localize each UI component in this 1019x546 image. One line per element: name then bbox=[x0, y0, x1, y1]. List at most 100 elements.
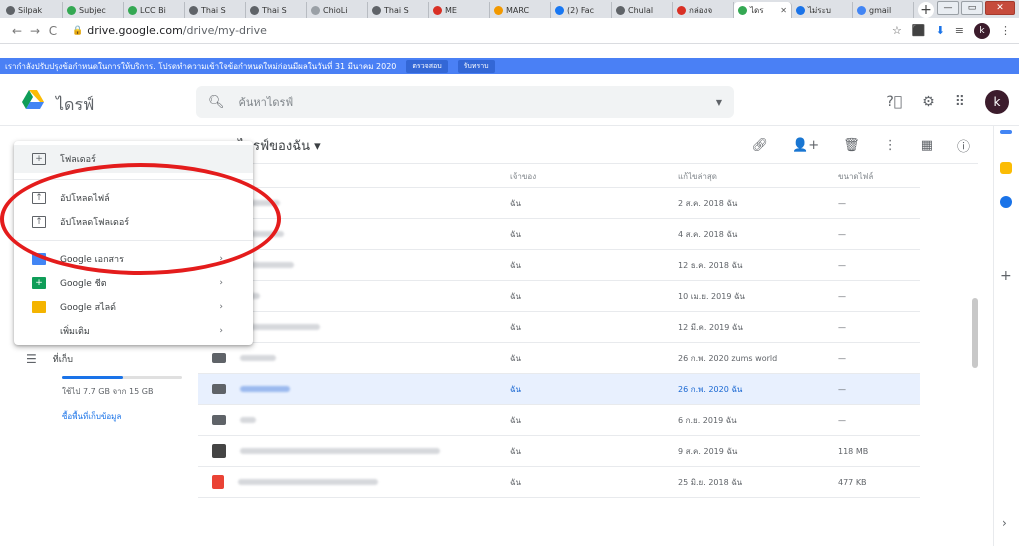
col-modified[interactable]: แก้ไขล่าสุด bbox=[678, 170, 838, 183]
tab-favicon-icon bbox=[616, 5, 625, 15]
close-window-button[interactable]: ✕ bbox=[985, 1, 1015, 15]
browser-tab[interactable]: ME bbox=[429, 2, 490, 18]
chevron-right-icon: › bbox=[219, 302, 223, 312]
browser-tab[interactable]: ChioLi bbox=[307, 2, 368, 18]
keep-icon[interactable] bbox=[1000, 162, 1012, 174]
pdf-file-icon bbox=[212, 475, 224, 489]
share-person-icon[interactable]: 👤+ bbox=[792, 138, 819, 153]
table-row[interactable]: ฉัน 2 ส.ค. 2018 ฉัน — bbox=[198, 188, 920, 219]
cell-owner: ฉัน bbox=[510, 446, 521, 456]
redacted-filename bbox=[240, 386, 290, 392]
browser-tab[interactable]: Silpak bbox=[2, 2, 63, 18]
browser-tab[interactable]: MARC bbox=[490, 2, 551, 18]
tab-favicon-icon bbox=[6, 5, 15, 15]
menu-item-more[interactable]: เพิ่มเติม › bbox=[14, 319, 253, 343]
new-tab-button[interactable]: + bbox=[918, 2, 934, 18]
chevron-right-icon[interactable]: › bbox=[1002, 516, 1007, 530]
bookmark-star-icon[interactable]: ☆ bbox=[892, 24, 902, 37]
cell-modified: 6 ก.ย. 2019 ฉัน bbox=[678, 415, 737, 425]
dismiss-button[interactable]: รับทราบ bbox=[457, 59, 495, 73]
browser-tab[interactable]: Subjec bbox=[63, 2, 124, 18]
browser-tab[interactable]: ไดร ✕ bbox=[734, 2, 792, 18]
table-row[interactable]: ฉัน 12 มี.ค. 2019 ฉัน — bbox=[198, 312, 920, 343]
table-row[interactable]: ฉัน 9 ส.ค. 2019 ฉัน 118 MB bbox=[198, 436, 920, 467]
grid-view-icon[interactable]: ▦ bbox=[921, 138, 933, 153]
menu-item-folder[interactable]: + โฟลเดอร์ bbox=[14, 145, 253, 173]
apps-grid-icon[interactable]: ⠿ bbox=[955, 94, 965, 110]
cell-owner: ฉัน bbox=[510, 384, 521, 394]
menu-item-upload-file[interactable]: ↑ อัปโหลดไฟล์ bbox=[14, 186, 253, 210]
browser-tab[interactable]: กล่องจ bbox=[673, 2, 734, 18]
redacted-filename bbox=[240, 355, 276, 361]
col-size[interactable]: ขนาดไฟล์ bbox=[838, 170, 920, 183]
table-row[interactable]: ฉัน 12 ธ.ค. 2018 ฉัน — bbox=[198, 250, 920, 281]
more-vert-icon[interactable]: ⋮ bbox=[884, 138, 897, 153]
col-owner[interactable]: เจ้าของ bbox=[510, 170, 678, 183]
menu-item-google-docs[interactable]: Google เอกสาร › bbox=[14, 247, 253, 271]
menu-item-google-sheets[interactable]: + Google ชีต › bbox=[14, 271, 253, 295]
profile-avatar[interactable]: k bbox=[974, 22, 990, 39]
link-icon[interactable]: 🔗︎ bbox=[752, 138, 769, 153]
browser-tab-strip: Silpak Subjec LCC Bi Thai S Thai S ChioLi Thai… bbox=[0, 0, 1019, 18]
maximize-button[interactable]: ▭ bbox=[961, 1, 983, 15]
browser-tab[interactable]: (2) Fac bbox=[551, 2, 612, 18]
storage-label[interactable]: ที่เก็บ bbox=[53, 352, 73, 366]
search-input[interactable]: ค้นหาไดรฟ์ bbox=[239, 93, 294, 111]
tab-label: ME bbox=[445, 5, 457, 15]
table-row[interactable]: ฉัน 25 มิ.ย. 2018 ฉัน 477 KB bbox=[198, 467, 920, 498]
table-row[interactable]: ฉัน 26 ก.พ. 2020 zums world — bbox=[198, 343, 920, 374]
tab-favicon-icon bbox=[738, 5, 747, 15]
back-icon[interactable]: ← bbox=[8, 24, 26, 38]
tasks-icon[interactable] bbox=[1000, 196, 1012, 208]
table-row[interactable]: ฉัน 4 ส.ค. 2018 ฉัน — bbox=[198, 219, 920, 250]
tab-favicon-icon bbox=[372, 5, 381, 15]
drive-logo-icon[interactable] bbox=[22, 90, 44, 110]
browser-tab[interactable]: Chulal bbox=[612, 2, 673, 18]
table-row[interactable]: ฉัน 6 ก.ย. 2019 ฉัน — bbox=[198, 405, 920, 436]
tab-label: ChioLi bbox=[323, 5, 348, 15]
calendar-icon[interactable] bbox=[1000, 130, 1012, 134]
menu-item-google-slides[interactable]: Google สไลด์ › bbox=[14, 295, 253, 319]
close-tab-icon[interactable]: ✕ bbox=[780, 6, 787, 15]
app-title: ไดรฟ์ bbox=[56, 95, 95, 114]
trash-icon[interactable]: 🗑︎ bbox=[843, 138, 860, 153]
scrollbar[interactable] bbox=[972, 298, 978, 368]
browser-tab[interactable]: LCC Bi bbox=[124, 2, 185, 18]
forward-icon[interactable]: → bbox=[26, 24, 44, 38]
cell-size: — bbox=[838, 260, 846, 270]
browser-tab[interactable]: gmail bbox=[853, 2, 914, 18]
terms-notice-bar: เรากำลังปรับปรุงข้อกำหนดในการให้บริการ. … bbox=[0, 58, 1019, 74]
search-icon[interactable]: 🔍︎ bbox=[208, 95, 225, 110]
reload-icon[interactable]: C bbox=[44, 24, 62, 38]
browser-tab[interactable]: Thai S bbox=[368, 2, 429, 18]
tab-label: ไม่ระบ bbox=[808, 5, 831, 15]
redacted-filename bbox=[240, 448, 440, 454]
video-file-icon bbox=[212, 444, 226, 458]
help-icon[interactable]: ?⃝ bbox=[886, 94, 902, 110]
account-avatar[interactable]: k bbox=[985, 90, 1009, 114]
info-icon[interactable]: ⓘ bbox=[957, 136, 970, 155]
url-field[interactable]: drive.google.com/drive/my-drive bbox=[87, 24, 267, 37]
review-button[interactable]: ตรวจสอบ bbox=[406, 59, 448, 73]
table-row[interactable]: ฉัน 26 ก.พ. 2020 ฉัน — bbox=[198, 374, 920, 405]
add-addon-icon[interactable]: + bbox=[1000, 268, 1012, 284]
tab-label: (2) Fac bbox=[567, 5, 595, 15]
menu-item-upload-folder[interactable]: ↑ อัปโหลดโฟลเดอร์ bbox=[14, 210, 253, 234]
browser-tab[interactable]: ไม่ระบ bbox=[792, 2, 853, 18]
storage-panel: ☰ ที่เก็บ ใช้ไป 7.7 GB จาก 15 GB ซื้อพื้… bbox=[26, 352, 196, 423]
browser-tab[interactable]: Thai S bbox=[185, 2, 246, 18]
table-row[interactable]: ฉัน 10 เม.ย. 2019 ฉัน — bbox=[198, 281, 920, 312]
minimize-button[interactable]: — bbox=[937, 1, 959, 15]
settings-gear-icon[interactable]: ⚙ bbox=[922, 94, 935, 110]
browser-tab[interactable]: Thai S bbox=[246, 2, 307, 18]
search-options-icon[interactable]: ▼ bbox=[716, 98, 722, 107]
tab-label: gmail bbox=[869, 5, 892, 15]
download-icon[interactable]: ⬇ bbox=[936, 24, 945, 37]
reading-list-icon[interactable]: ≡ bbox=[955, 24, 964, 37]
cell-owner: ฉัน bbox=[510, 229, 521, 239]
extension-icon[interactable]: ⬛ bbox=[912, 24, 926, 37]
browser-menu-icon[interactable]: ⋮ bbox=[1000, 24, 1011, 37]
cell-owner: ฉัน bbox=[510, 353, 521, 363]
buy-storage-link[interactable]: ซื้อพื้นที่เก็บข้อมูล bbox=[62, 410, 196, 423]
search-box[interactable]: 🔍︎ ค้นหาไดรฟ์ ▼ bbox=[196, 86, 734, 118]
